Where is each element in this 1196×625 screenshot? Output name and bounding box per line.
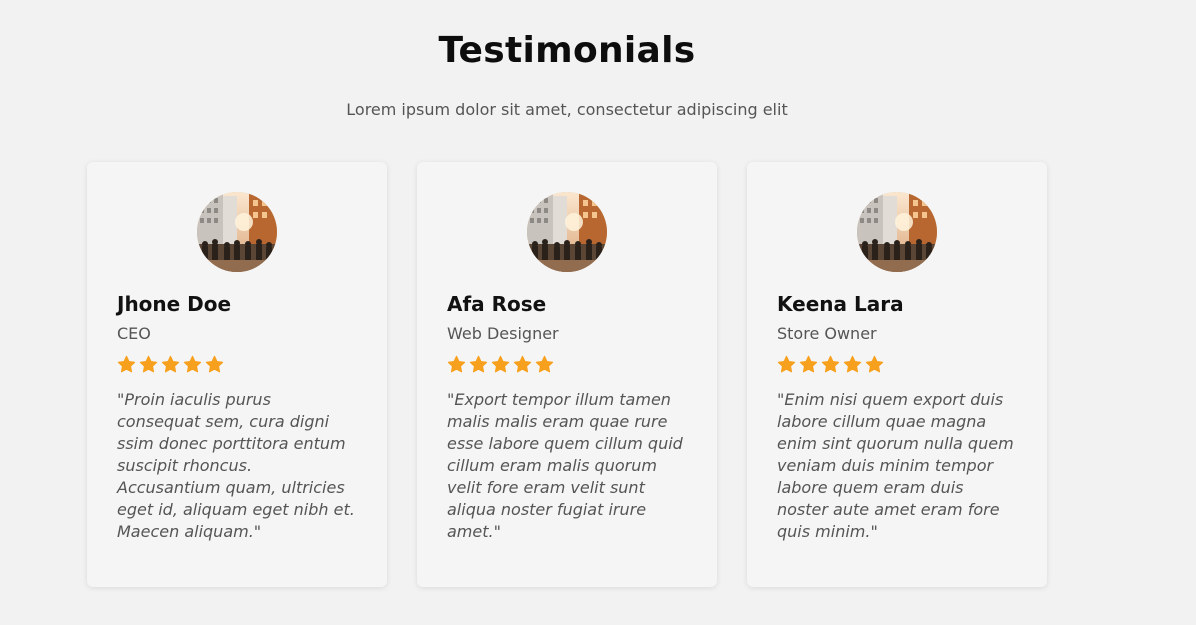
star-icon (139, 355, 158, 375)
testimonial-card: Keena Lara Store Owner "Enim nisi quem e… (747, 162, 1047, 587)
star-rating (117, 355, 357, 375)
testimonial-name: Afa Rose (447, 292, 547, 316)
testimonial-quote: "Export tempor illum tamen malis malis e… (447, 390, 683, 541)
testimonial-quote: "Proin iaculis purus consequat sem, cura… (117, 390, 355, 541)
avatar (197, 192, 277, 272)
avatar (857, 192, 937, 272)
city-street-photo-icon (527, 192, 607, 272)
testimonial-cards: Jhone Doe CEO "Proin iaculis purus conse… (87, 162, 1047, 587)
star-icon (821, 355, 840, 375)
testimonial-role: Store Owner (777, 324, 877, 343)
star-icon (491, 355, 510, 375)
testimonial-role: Web Designer (447, 324, 559, 343)
star-icon (513, 355, 532, 375)
testimonial-role: CEO (117, 324, 151, 343)
testimonial-quote: "Enim nisi quem export duis labore cillu… (777, 390, 1014, 541)
star-icon (469, 355, 488, 375)
star-icon (117, 355, 136, 375)
star-rating (777, 355, 1017, 375)
testimonial-name: Jhone Doe (117, 292, 232, 316)
testimonial-card: Afa Rose Web Designer "Export tempor ill… (417, 162, 717, 587)
avatar (527, 192, 607, 272)
city-street-photo-icon (197, 192, 277, 272)
city-street-photo-icon (857, 192, 937, 272)
star-icon (843, 355, 862, 375)
section-title: Testimonials (438, 30, 696, 71)
star-icon (799, 355, 818, 375)
star-rating (447, 355, 687, 375)
star-icon (865, 355, 884, 375)
star-icon (205, 355, 224, 375)
testimonial-card: Jhone Doe CEO "Proin iaculis purus conse… (87, 162, 387, 587)
testimonials-section: Testimonials Lorem ipsum dolor sit amet,… (0, 0, 1196, 625)
star-icon (183, 355, 202, 375)
star-icon (535, 355, 554, 375)
star-icon (447, 355, 466, 375)
testimonial-name: Keena Lara (777, 292, 904, 316)
section-subtitle: Lorem ipsum dolor sit amet, consectetur … (346, 100, 788, 119)
star-icon (161, 355, 180, 375)
star-icon (777, 355, 796, 375)
